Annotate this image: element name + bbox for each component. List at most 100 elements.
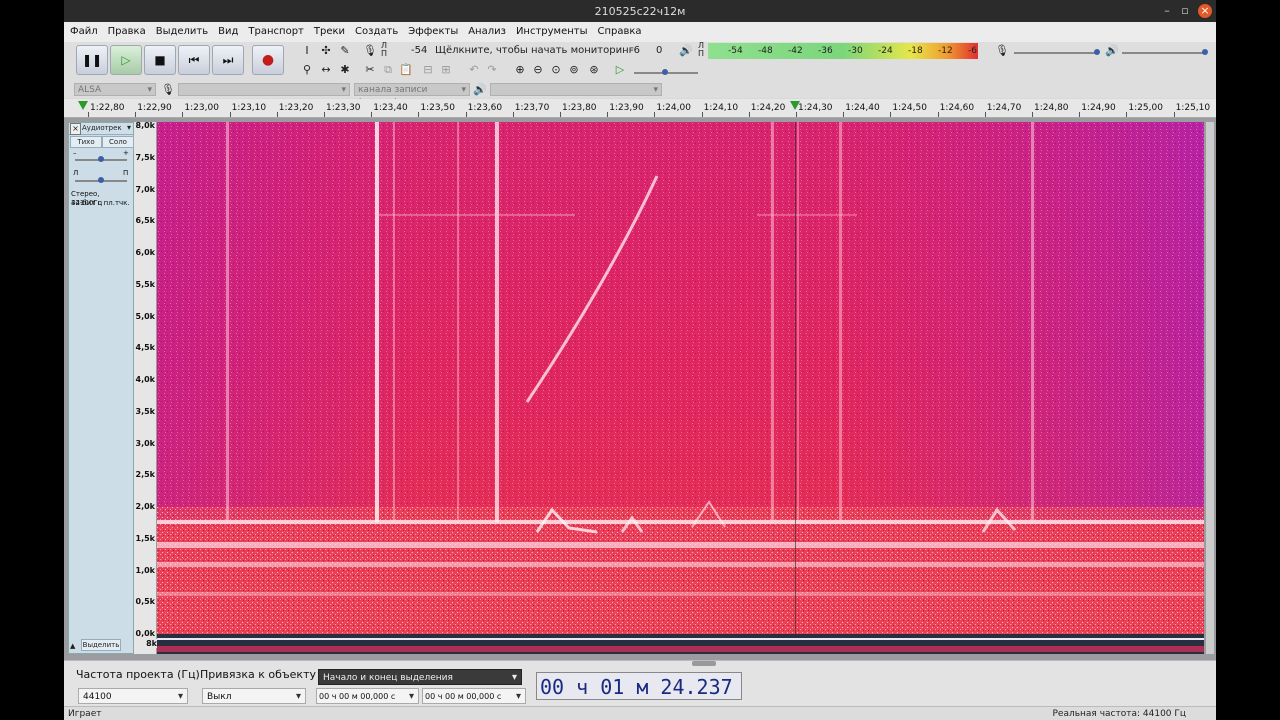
selection-end-field[interactable]: 00 ч 00 м 00,000 с: [422, 688, 526, 705]
menu-bar: Файл Правка Выделить Вид Транспорт Треки Созда…: [64, 22, 1216, 43]
menu-file[interactable]: Файл: [64, 22, 103, 42]
vertical-scrollbar[interactable]: [1206, 122, 1214, 654]
menu-help[interactable]: Справка: [593, 22, 647, 42]
menu-view[interactable]: Вид: [213, 22, 243, 42]
recording-volume-mic-icon: 🎙: [995, 44, 1009, 57]
zoom-in-icon[interactable]: ⊕: [512, 62, 528, 78]
freq-label: 4,0k: [135, 375, 156, 384]
freq-label: 1,5k: [135, 533, 156, 543]
ruler-tick: [465, 112, 467, 117]
play-speed-knob[interactable]: [662, 69, 668, 75]
ruler-label: 1:24,80: [1034, 103, 1069, 113]
frequency-scale[interactable]: 8,0k 7,5k 7,0k 6,5k 6,0k 5,5k 5,0k 4,5k 4,0k 3,5k…: [134, 121, 156, 654]
pan-slider-knob[interactable]: [98, 177, 104, 183]
skip-end-button[interactable]: ⏭: [212, 45, 244, 75]
ruler-tick: [560, 112, 561, 117]
playback-speaker-icon[interactable]: 🔊: [678, 43, 694, 59]
play-start-marker-icon[interactable]: [78, 101, 88, 110]
playback-volume-slider[interactable]: [1122, 52, 1206, 54]
close-icon[interactable]: ×: [1198, 4, 1212, 18]
fit-selection-icon[interactable]: ⊙: [548, 62, 564, 78]
track-select-button[interactable]: Выделить: [81, 639, 121, 651]
selection-tool-icon[interactable]: I: [299, 43, 315, 59]
ruler-label: 1:24,30: [798, 103, 833, 113]
menu-effects[interactable]: Эффекты: [403, 22, 463, 42]
track-menu-chevron-icon[interactable]: ▾: [127, 123, 131, 132]
maximize-icon[interactable]: ▫: [1178, 4, 1192, 18]
freq-label: 1,0k: [135, 565, 156, 575]
record-meter-level-mid: -6: [630, 45, 640, 56]
zoom-out-icon[interactable]: ⊖: [530, 62, 546, 78]
selection-start-field[interactable]: 00 ч 00 м 00,000 с: [316, 688, 419, 705]
resize-grip-icon[interactable]: [692, 661, 716, 666]
record-button[interactable]: ●: [252, 45, 284, 75]
selection-toolbar: Частота проекта (Гц) 44100 Привязка к об…: [64, 660, 1216, 707]
track-close-icon[interactable]: ×: [70, 123, 81, 135]
host-select[interactable]: ALSA: [74, 83, 156, 97]
record-meter-level-max: 0: [656, 45, 663, 56]
playback-meter-scale-label: -54: [728, 46, 743, 56]
snap-to-select[interactable]: Выкл: [202, 688, 306, 705]
collapse-arrow-icon[interactable]: ▲: [70, 642, 78, 651]
status-text: Играет: [68, 709, 102, 719]
undo-icon[interactable]: ↶: [466, 62, 482, 78]
menu-select[interactable]: Выделить: [151, 22, 213, 42]
audio-position-display[interactable]: 00 ч 01 м 24.237 с: [536, 672, 742, 700]
skip-start-button[interactable]: ⏮: [178, 45, 210, 75]
track-control-panel[interactable]: × Аудиотрек ▾ Тихо Соло – + Л П Стерео, …: [68, 122, 134, 654]
ruler-tick: [1032, 112, 1033, 117]
timeshift-tool-icon[interactable]: ↔: [318, 62, 334, 78]
copy-icon[interactable]: ⧉: [380, 62, 396, 78]
envelope-tool-icon[interactable]: ✣: [318, 43, 334, 59]
ruler-label: 1:22,90: [137, 103, 172, 113]
record-meter-mic-icon[interactable]: 🎙: [362, 43, 378, 59]
timeline-ruler[interactable]: 1:22,80 1:22,90 1:23,00 1:23,10 1:23,20 1:23,…: [64, 99, 1216, 118]
project-rate-select[interactable]: 44100: [78, 688, 188, 705]
gain-slider-knob[interactable]: [98, 156, 104, 162]
freq-label: 5,5k: [135, 279, 156, 289]
menu-tracks[interactable]: Треки: [309, 22, 350, 42]
fit-project-icon[interactable]: ⊚: [566, 62, 582, 78]
cut-icon[interactable]: ✂: [362, 62, 378, 78]
stop-button[interactable]: ■: [144, 45, 176, 75]
menu-edit[interactable]: Правка: [103, 22, 151, 42]
zoom-toggle-icon[interactable]: ⊛: [586, 62, 602, 78]
mute-button[interactable]: Тихо: [70, 136, 102, 148]
menu-transport[interactable]: Транспорт: [243, 22, 308, 42]
recording-volume-knob[interactable]: [1094, 49, 1100, 55]
recording-channels-select[interactable]: канала записи (стерео): [354, 83, 470, 108]
spectrogram-view[interactable]: [157, 122, 1204, 634]
menu-tools[interactable]: Инструменты: [511, 22, 593, 42]
trim-icon[interactable]: ⊟: [420, 62, 436, 78]
ruler-tick: [229, 112, 231, 117]
ruler-label: 1:24,70: [986, 103, 1022, 113]
paste-icon[interactable]: 📋: [398, 62, 414, 78]
solo-button[interactable]: Соло: [102, 136, 134, 148]
pause-button[interactable]: ❚❚: [76, 45, 108, 75]
record-meter-hint[interactable]: Щёлкните, чтобы начать мониторинг: [435, 45, 634, 56]
zoom-tool-icon[interactable]: ⚲: [299, 62, 315, 78]
silence-icon[interactable]: ⊞: [438, 62, 454, 78]
recording-volume-slider[interactable]: [1014, 52, 1098, 54]
draw-tool-icon[interactable]: ✎: [337, 43, 353, 59]
minimize-icon[interactable]: –: [1160, 4, 1174, 18]
track-name[interactable]: Аудиотрек: [82, 124, 122, 132]
recording-device-select[interactable]: [178, 83, 350, 97]
multi-tool-icon[interactable]: ✱: [337, 62, 353, 78]
ruler-label: 1:24,00: [656, 103, 691, 113]
play-button[interactable]: ▷: [110, 45, 142, 75]
redo-icon[interactable]: ↷: [484, 62, 500, 78]
project-rate-label: Частота проекта (Гц): [76, 668, 200, 681]
status-bar: Играет Реальная частота: 44100 Гц: [64, 706, 1216, 720]
menu-generate[interactable]: Создать: [350, 22, 403, 42]
menu-analyze[interactable]: Анализ: [463, 22, 511, 42]
play-at-speed-icon[interactable]: ▷: [612, 62, 628, 78]
freq-label: 7,5k: [135, 152, 156, 162]
ruler-tick: [1173, 112, 1175, 117]
ruler-label: 1:23,30: [326, 103, 361, 113]
playback-device-select[interactable]: [490, 83, 662, 97]
freq-label: 6,5k: [135, 216, 156, 226]
playback-volume-knob[interactable]: [1202, 49, 1208, 55]
gain-plus-label: +: [123, 149, 129, 157]
selection-mode-select[interactable]: Начало и конец выделения: [318, 669, 522, 686]
